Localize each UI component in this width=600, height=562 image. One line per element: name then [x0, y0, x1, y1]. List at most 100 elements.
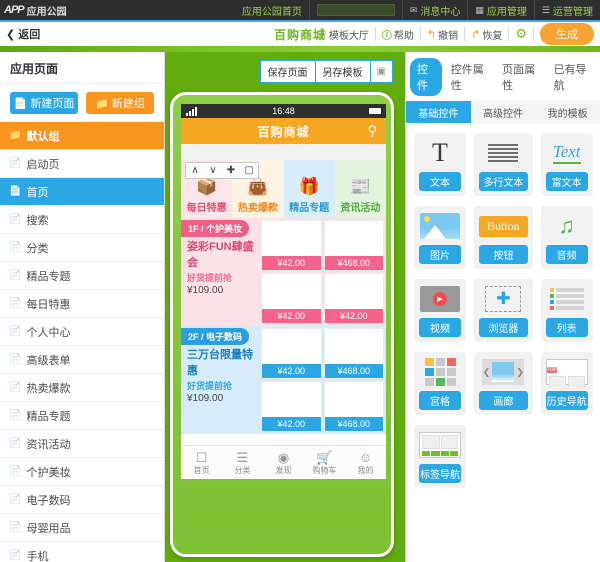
sidebar-item-13[interactable]: 📄 电子数码: [0, 486, 164, 514]
product-card[interactable]: ¥42.00: [261, 220, 322, 271]
undo-button[interactable]: ↰ 撤销: [421, 27, 466, 42]
product-image: [262, 382, 321, 417]
widget-image[interactable]: 图片: [414, 206, 466, 269]
subtab-my-templates[interactable]: 我的模板: [535, 101, 600, 123]
widget-history-nav[interactable]: TOP 历史导航: [540, 352, 593, 415]
sidebar-item-0[interactable]: 📁 默认组: [0, 122, 164, 150]
banner-placeholder[interactable]: [181, 144, 386, 160]
sidebar-item-10[interactable]: 📄 精品专题: [0, 402, 164, 430]
preview-icon[interactable]: ▣: [369, 60, 393, 83]
grid-widget-icon: [419, 357, 461, 387]
topbar-item-app-manage-label: 应用管理: [486, 6, 527, 18]
tabbar-item-label: 购物车: [312, 465, 337, 475]
product-card[interactable]: ¥42.00: [261, 328, 322, 379]
sidebar-item-4[interactable]: 📄 分类: [0, 234, 164, 262]
product-card[interactable]: ¥42.00: [261, 381, 322, 432]
tabbar-item-home[interactable]: ☐ 首页: [181, 450, 222, 476]
generate-button[interactable]: 生成: [540, 23, 594, 45]
widget-grid-layout[interactable]: 宫格: [414, 352, 466, 415]
tab-widgets[interactable]: 控件: [410, 58, 442, 96]
tabbar-item-mine[interactable]: ☺ 我的: [345, 450, 386, 476]
widget-tab-nav[interactable]: 标签导航: [414, 425, 466, 488]
sidebar-item-label: 个人中心: [26, 326, 71, 339]
widget-rich-text[interactable]: Text 富文本: [540, 133, 593, 196]
move-down-icon[interactable]: ∨: [204, 163, 222, 178]
phone-screen[interactable]: 16:48 百购商城 ⚲ ∧ ∨ ✚ ▢ 📦 每日特惠 👜 热卖爆款 🎁 精品专…: [181, 104, 386, 479]
sidebar-item-15[interactable]: 📄 手机: [0, 542, 164, 562]
tabbar-item-category[interactable]: ☰ 分类: [222, 450, 263, 476]
sidebar-item-5[interactable]: 📄 精品专题: [0, 262, 164, 290]
sidebar-item-9[interactable]: 📄 热卖爆款: [0, 374, 164, 402]
floor-section-2[interactable]: 2F / 电子数码 三万台限量特惠 好货提前抢 ¥109.00 ¥42.00 ¥…: [181, 326, 386, 434]
search-icon[interactable]: ⚲: [367, 123, 378, 139]
category-tiles[interactable]: ∧ ∨ ✚ ▢ 📦 每日特惠 👜 热卖爆款 🎁 精品专题 📰 资讯活动: [181, 160, 386, 218]
new-group-button[interactable]: 📁 新建组: [86, 92, 154, 114]
page-icon: 📄: [9, 214, 22, 225]
widget-grid: T 文本 多行文本 Text 富文本 图片 Button 按钮 ♫ 音频 ▶ 视…: [406, 123, 600, 498]
tab-existing-nav[interactable]: 已有导航: [547, 58, 596, 96]
sidebar-item-6[interactable]: 📄 每日特惠: [0, 290, 164, 318]
product-card[interactable]: ¥42.00: [261, 273, 322, 324]
site-logo[interactable]: APP 应用公园: [0, 3, 67, 18]
tab-widget-properties[interactable]: 控件属性: [444, 58, 493, 96]
audio-widget-icon: ♫: [558, 213, 575, 238]
template-hall-button[interactable]: ★ 模板大厅: [313, 27, 376, 42]
new-page-button[interactable]: 📄 新建页面: [10, 92, 78, 114]
sidebar-item-7[interactable]: 📄 个人中心: [0, 318, 164, 346]
floor-2-title: 三万台限量特惠: [187, 349, 253, 377]
product-card[interactable]: ¥468.00: [323, 381, 384, 432]
sidebar-item-12[interactable]: 📄 个护美妆: [0, 458, 164, 486]
save-page-button[interactable]: 保存页面: [259, 60, 315, 83]
widget-multiline-text[interactable]: 多行文本: [474, 133, 533, 196]
topbar-search[interactable]: [308, 0, 402, 20]
topbar-item-messages[interactable]: ✉ 消息中心: [401, 0, 468, 20]
help-button[interactable]: ⓘ 帮助: [376, 27, 421, 42]
sidebar-item-11[interactable]: 📄 资讯活动: [0, 430, 164, 458]
tab-page-properties[interactable]: 页面属性: [495, 58, 544, 96]
topbar-item-home[interactable]: 应用公园首页: [235, 0, 309, 20]
sidebar-item-1[interactable]: 📄 启动页: [0, 150, 164, 178]
topbar-item-operation-manage-label: 运营管理: [553, 6, 593, 18]
widget-list[interactable]: 列表: [540, 279, 593, 342]
sidebar-item-2[interactable]: 📄 首页: [0, 178, 164, 206]
add-icon[interactable]: ✚: [222, 163, 240, 178]
category-tile-featured[interactable]: 🎁 精品专题: [283, 160, 335, 218]
settings-button[interactable]: ⚙: [509, 26, 534, 41]
back-button[interactable]: ❮ 返回: [0, 26, 40, 42]
tabbar-item-cart[interactable]: 🛒 购物车: [304, 450, 345, 476]
logo-text: 应用公园: [26, 6, 67, 18]
widget-audio[interactable]: ♫ 音频: [540, 206, 593, 269]
image-widget-icon: [419, 211, 461, 241]
redo-button[interactable]: ↱ 恢复: [465, 27, 510, 42]
move-up-icon[interactable]: ∧: [186, 163, 204, 178]
product-image: [262, 221, 321, 256]
tabbar-item-discover[interactable]: ◉ 发现: [263, 450, 304, 476]
category-tile-label: 精品专题: [289, 203, 330, 214]
topbar-item-messages-label: 消息中心: [420, 6, 461, 18]
widget-video[interactable]: ▶ 视频: [414, 279, 466, 342]
subtab-advanced-widgets[interactable]: 高级控件: [470, 101, 536, 123]
grid-icon: ▦: [475, 4, 484, 15]
category-tile-news[interactable]: 📰 资讯活动: [334, 160, 386, 218]
widget-gallery[interactable]: ❮ ❯ 画廊: [474, 352, 533, 415]
sidebar-item-3[interactable]: 📄 搜索: [0, 206, 164, 234]
product-card[interactable]: ¥42.00: [323, 273, 384, 324]
canvas-action-buttons: 保存页面 另存模板 ▣: [259, 60, 393, 83]
editor-canvas[interactable]: 保存页面 另存模板 ▣ 16:48 百购商城 ⚲ ∧ ∨ ✚ ▢ 📦 每日特惠 …: [165, 52, 405, 562]
widget-button[interactable]: Button 按钮: [474, 206, 533, 269]
delete-icon[interactable]: ▢: [240, 163, 258, 178]
topbar-item-app-manage[interactable]: ▦ 应用管理: [467, 0, 534, 20]
product-card[interactable]: ¥468.00: [323, 328, 384, 379]
product-card[interactable]: ¥468.00: [323, 220, 384, 271]
sidebar-item-8[interactable]: 📄 高级表单: [0, 346, 164, 374]
page-icon: 📄: [9, 242, 22, 253]
search-input[interactable]: [316, 4, 395, 16]
toolbar-actions: ★ 模板大厅 ⓘ 帮助 ↰ 撤销 ↱ 恢复 ⚙ 生成: [313, 23, 600, 45]
topbar-item-operation-manage[interactable]: ☰ 运营管理: [533, 0, 600, 20]
widget-browser[interactable]: ✚ 浏览器: [474, 279, 533, 342]
subtab-basic-widgets[interactable]: 基础控件: [406, 101, 471, 123]
floor-section-1[interactable]: 1F / 个护美妆 姿彩FUN肆盛会 好货提前抢 ¥109.00 ¥42.00 …: [181, 218, 386, 326]
widget-text[interactable]: T 文本: [414, 133, 466, 196]
sidebar-item-14[interactable]: 📄 母婴用品: [0, 514, 164, 542]
save-template-button[interactable]: 另存模板: [314, 60, 370, 83]
